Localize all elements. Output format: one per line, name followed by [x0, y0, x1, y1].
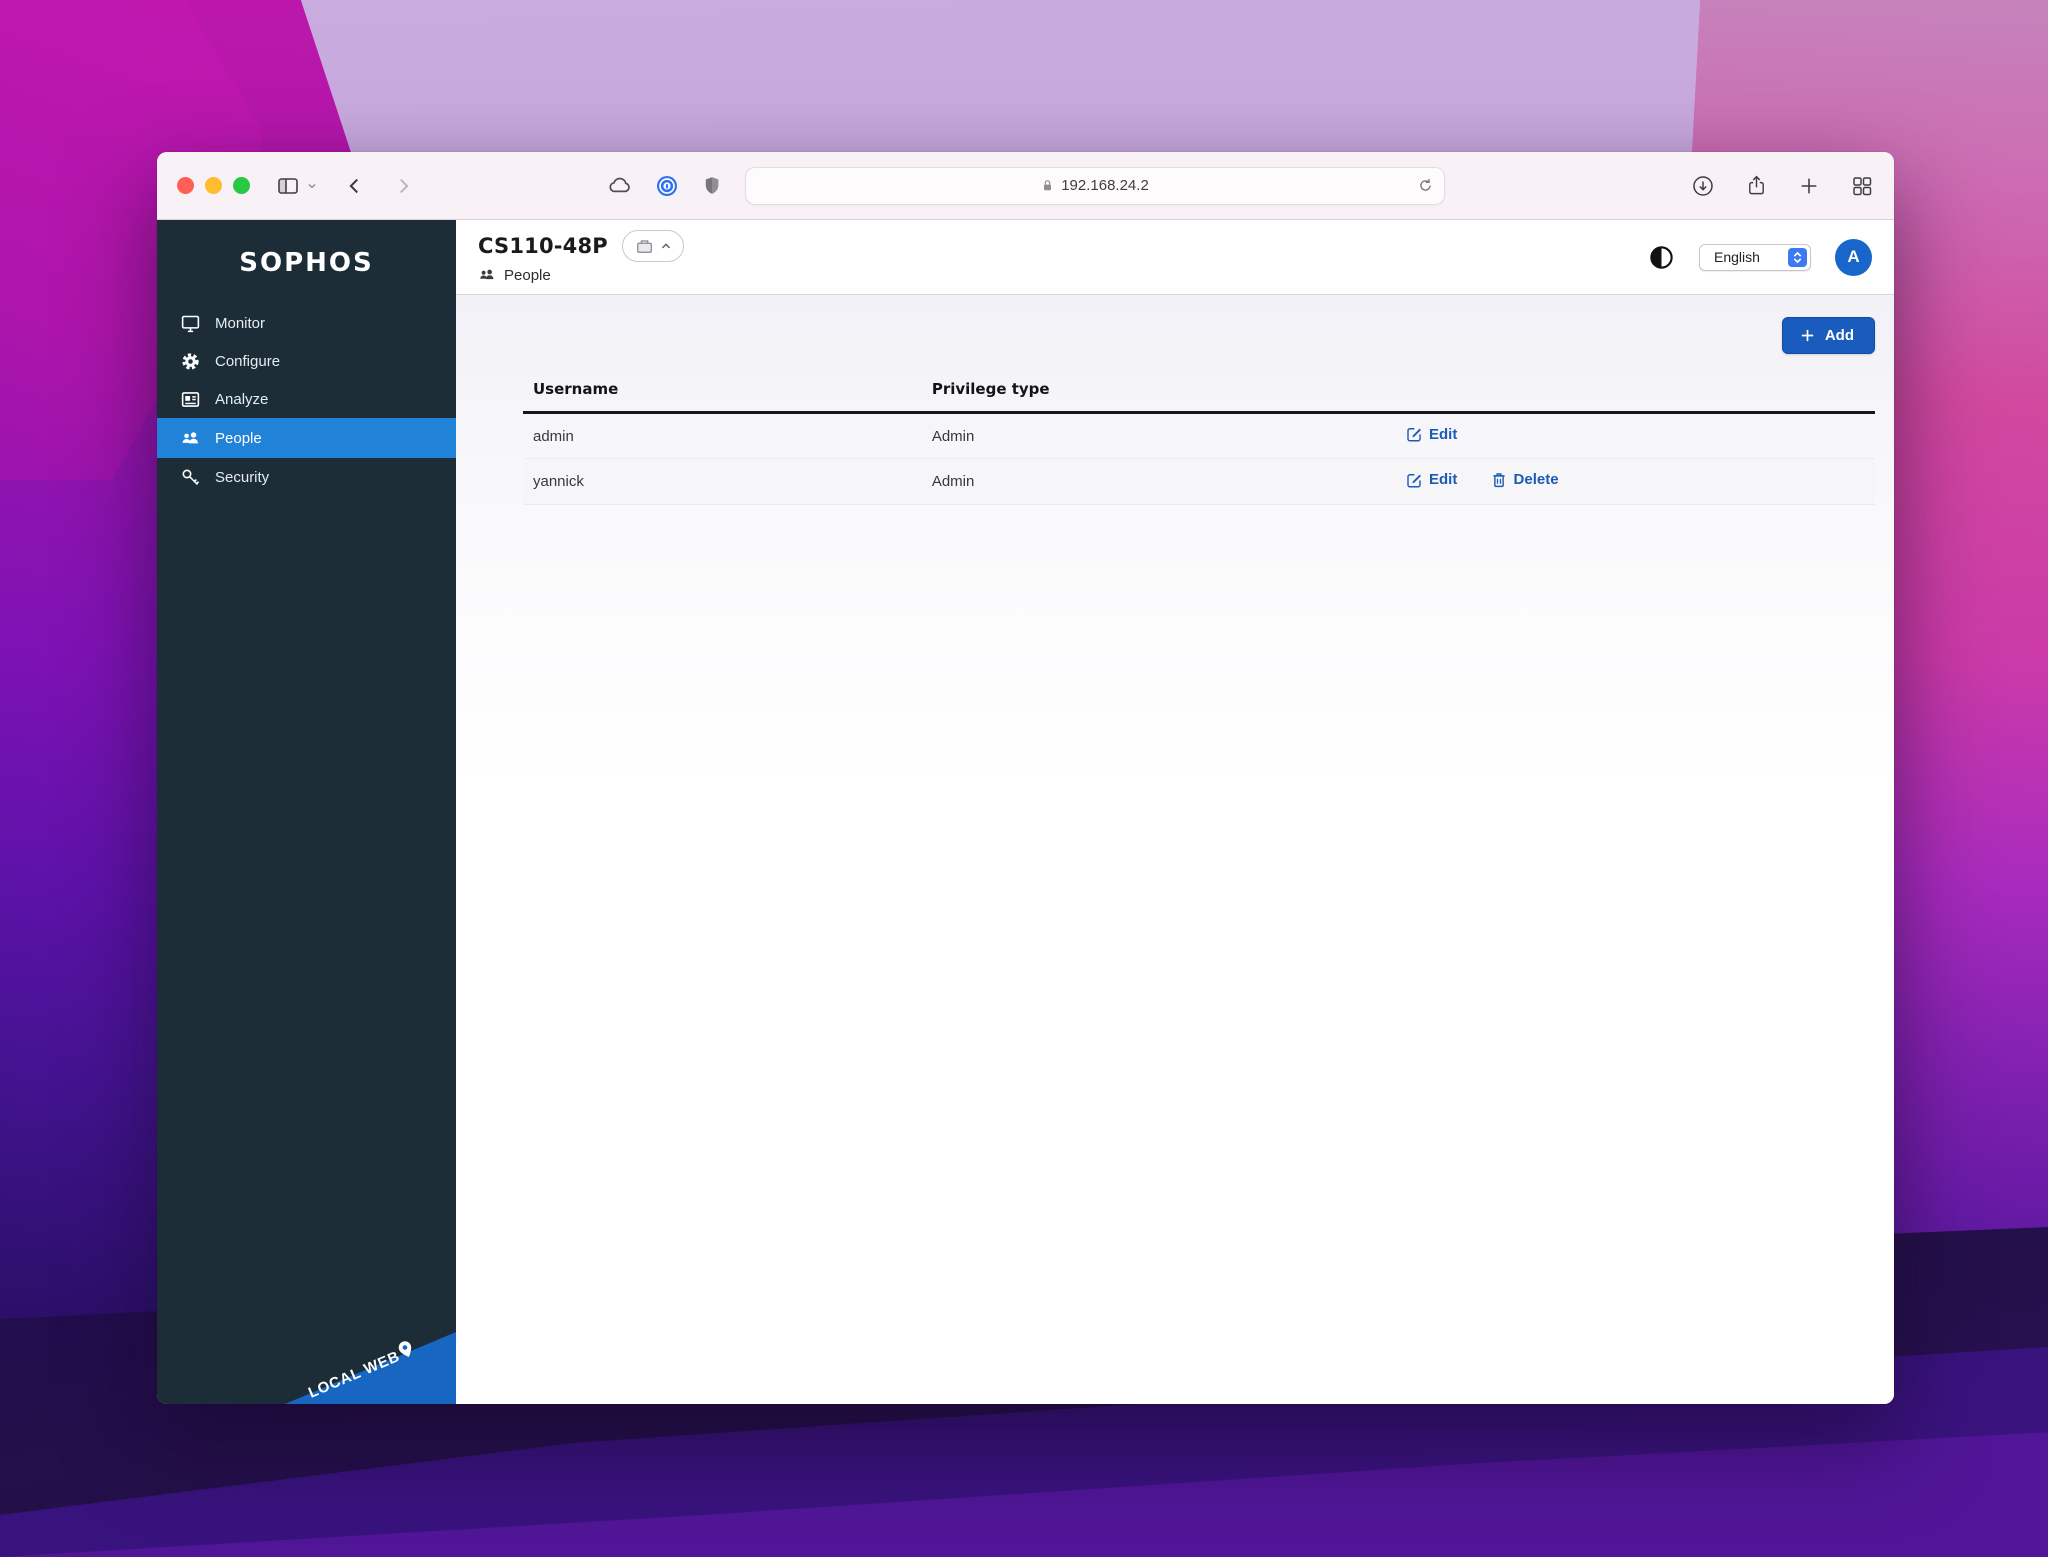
delete-link-label: Delete	[1513, 471, 1559, 488]
forward-chevron-icon	[399, 178, 409, 193]
theme-toggle-button[interactable]	[1648, 244, 1675, 271]
people-content: Add Username Privilege type admin Admin …	[456, 295, 1894, 1404]
column-header-username: Username	[523, 380, 922, 414]
actions-cell: Edit Delete	[1395, 458, 1875, 505]
sidebar-item-label: Configure	[215, 352, 281, 370]
browser-toolbar: 192.168.24.2	[157, 152, 1894, 220]
cloud-icon	[608, 177, 630, 192]
page-header: CS110-48P People English A	[456, 220, 1894, 295]
username-cell: admin	[523, 412, 922, 459]
edit-link[interactable]: Edit	[1405, 425, 1457, 443]
breadcrumb: People	[478, 266, 684, 284]
table-row: yannick Admin Edit Delete	[523, 458, 1875, 505]
back-chevron-icon	[349, 178, 359, 193]
sidebar-icon	[278, 177, 298, 194]
table-header-row: Username Privilege type	[523, 380, 1875, 414]
privilege-cell: Admin	[921, 412, 1396, 459]
share-button[interactable]	[1745, 174, 1768, 197]
people-icon	[480, 269, 494, 280]
desktop: 192.168.24.2 SOPHOS Monitor Configure An…	[0, 0, 2048, 1557]
edit-icon	[1407, 473, 1421, 487]
avatar-initial: A	[1847, 247, 1860, 266]
gear-icon	[182, 352, 199, 370]
privilege-cell: Admin	[921, 458, 1396, 505]
sidebar-item-analyze[interactable]: Analyze	[157, 380, 456, 418]
plus-icon	[1801, 178, 1817, 193]
users-table: Username Privilege type admin Admin Edit…	[523, 380, 1875, 505]
tab-overview-button[interactable]	[1850, 174, 1874, 198]
new-tab-button[interactable]	[1798, 175, 1820, 197]
sidebar-nav: Monitor Configure Analyze People Securit…	[157, 304, 456, 496]
plus-icon	[1801, 329, 1813, 342]
device-icon	[637, 240, 653, 253]
reload-button[interactable]	[1417, 177, 1434, 194]
sidebar-item-configure[interactable]: Configure	[157, 342, 456, 380]
url-field[interactable]: 192.168.24.2	[744, 166, 1445, 205]
lock-icon	[1044, 180, 1052, 191]
chevron-down-icon	[308, 183, 316, 188]
back-button[interactable]	[344, 175, 366, 197]
sidebar-item-label: Monitor	[215, 314, 266, 332]
main-panel: CS110-48P People English A Add Username …	[456, 220, 1894, 1404]
sidebar-item-label: Analyze	[215, 390, 269, 408]
monitor-icon	[181, 315, 200, 332]
sidebar: SOPHOS Monitor Configure Analyze People …	[157, 220, 456, 1404]
column-header-privilege: Privilege type	[921, 380, 1396, 414]
sidebar-item-people[interactable]: People	[157, 418, 456, 458]
device-name: CS110-48P	[478, 234, 608, 258]
share-icon	[1749, 175, 1764, 195]
window-controls	[177, 177, 250, 194]
language-select[interactable]: English	[1699, 243, 1811, 271]
select-stepper-icon	[1788, 247, 1807, 267]
minimize-button[interactable]	[205, 177, 222, 194]
add-user-button[interactable]: Add	[1781, 317, 1875, 354]
zoom-button[interactable]	[233, 177, 250, 194]
close-button[interactable]	[177, 177, 194, 194]
edit-link[interactable]: Edit	[1405, 471, 1457, 489]
sidebar-item-label: People	[215, 429, 262, 447]
tab-grid-icon	[1853, 176, 1872, 195]
edit-icon	[1407, 428, 1421, 442]
icloud-tabs-button[interactable]	[607, 173, 633, 199]
browser-window: 192.168.24.2 SOPHOS Monitor Configure An…	[157, 152, 1894, 1404]
onepassword-extension-button[interactable]	[655, 174, 679, 198]
sidebar-item-label: Security	[215, 468, 270, 486]
sidebar-toggle-button[interactable]	[276, 174, 318, 198]
download-icon	[1693, 175, 1713, 196]
downloads-button[interactable]	[1691, 174, 1715, 198]
sophos-logo: SOPHOS	[239, 248, 374, 278]
breadcrumb-label: People	[504, 266, 551, 284]
username-cell: yannick	[523, 458, 922, 505]
avatar[interactable]: A	[1835, 238, 1872, 276]
add-button-label: Add	[1824, 327, 1854, 344]
edit-link-label: Edit	[1429, 425, 1458, 443]
device-selector-button[interactable]	[621, 230, 684, 262]
chevron-up-icon	[662, 242, 671, 248]
language-value: English	[1714, 249, 1760, 265]
reload-icon	[1419, 178, 1431, 191]
edit-link-label: Edit	[1429, 471, 1458, 488]
sidebar-item-security[interactable]: Security	[157, 458, 456, 496]
people-icon	[182, 431, 198, 443]
sidebar-item-monitor[interactable]: Monitor	[157, 304, 456, 342]
onepassword-icon	[656, 175, 677, 196]
delete-icon	[1492, 472, 1505, 487]
privacy-report-button[interactable]	[701, 174, 723, 198]
delete-link[interactable]: Delete	[1490, 471, 1559, 489]
url-text: 192.168.24.2	[1061, 177, 1149, 194]
report-icon	[181, 391, 200, 407]
local-web-ribbon: LOCAL WEB	[285, 1332, 456, 1404]
shield-icon	[705, 176, 718, 194]
table-row: admin Admin Edit	[523, 412, 1875, 459]
contrast-icon	[1650, 245, 1673, 269]
key-icon	[182, 469, 200, 485]
column-header-actions	[1395, 380, 1875, 414]
actions-cell: Edit	[1395, 412, 1875, 459]
forward-button[interactable]	[392, 175, 414, 197]
